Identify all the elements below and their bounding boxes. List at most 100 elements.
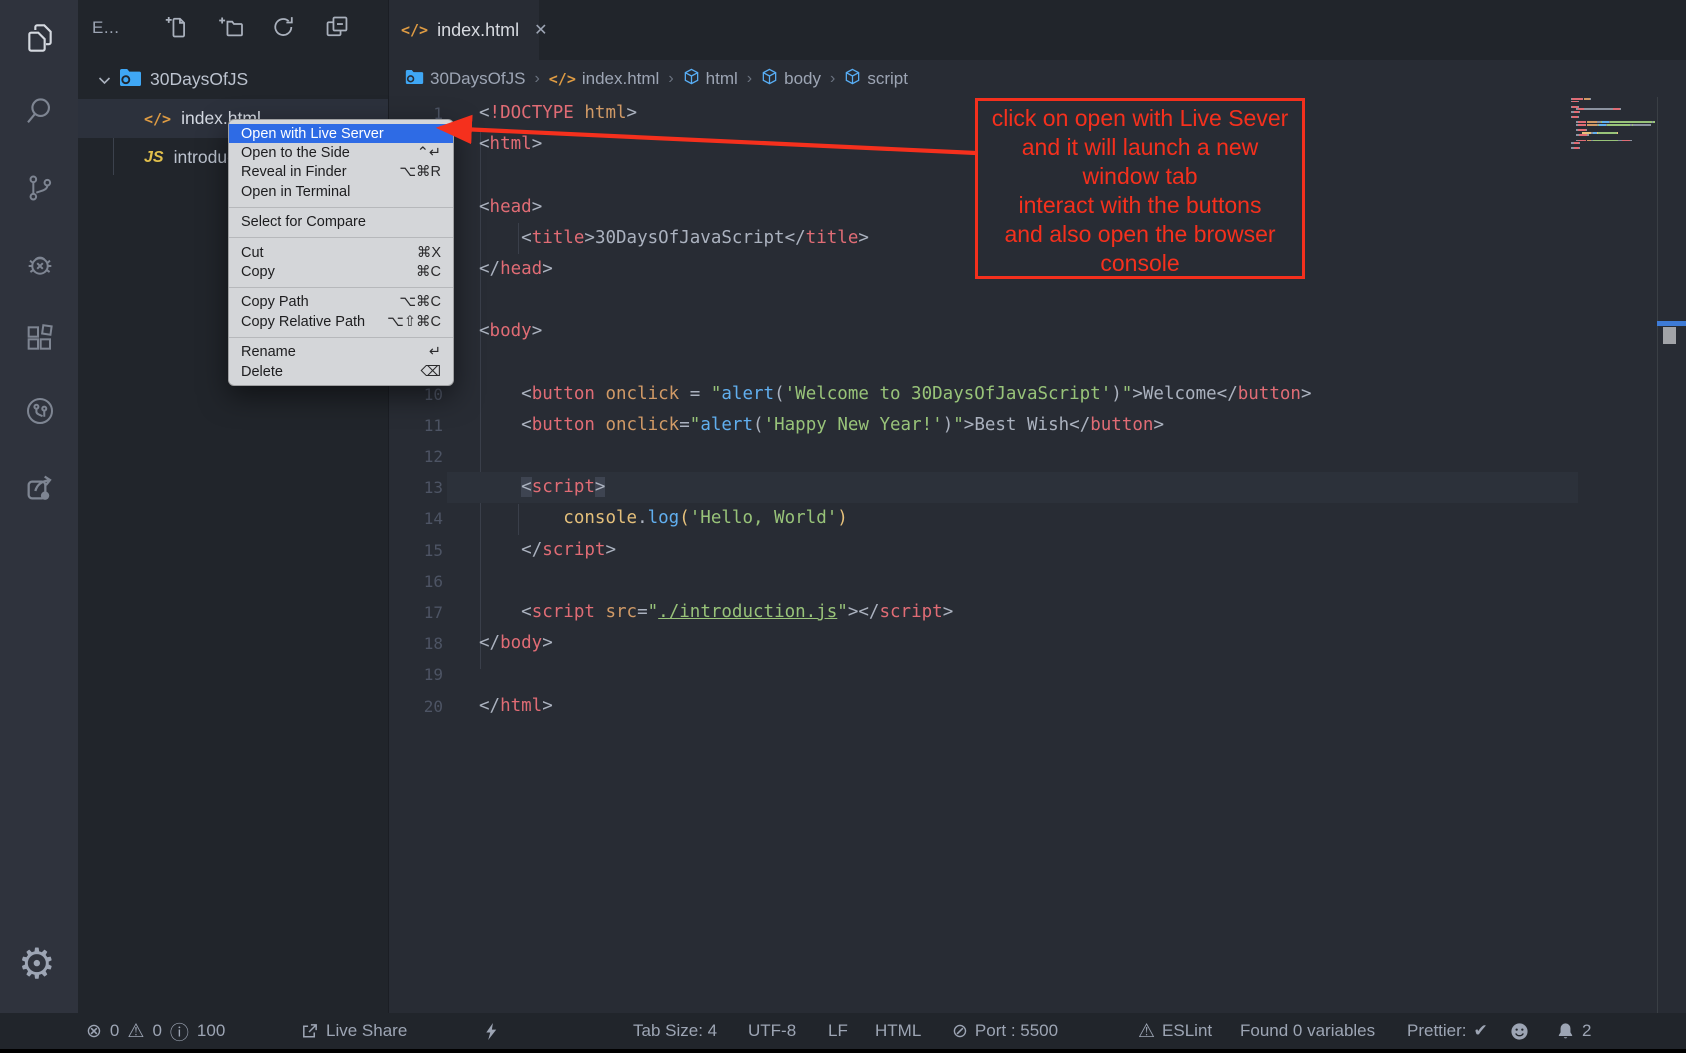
new-folder-icon[interactable] [218,14,244,40]
new-file-icon[interactable] [164,14,190,40]
code-line-13[interactable]: 13 <script> [389,472,1686,503]
feedback-smiley[interactable] [1510,1013,1529,1049]
minimap-line [1571,129,1655,131]
breadcrumb-item[interactable]: body [761,68,821,90]
tree-folder-30daysofjs[interactable]: 30DaysOfJS [78,60,388,99]
annotation-line: console [978,249,1302,278]
publish-icon[interactable] [24,471,56,503]
menu-item-open-to-the-side[interactable]: Open to the Side ⌃↵ [229,143,453,162]
menu-item-shortcut: ⌫ [420,364,441,380]
close-icon[interactable]: ✕ [534,20,547,40]
code-line-11[interactable]: 11 <button onclick="alert('Happy New Yea… [389,410,1686,441]
language-status[interactable]: HTML [875,1013,921,1049]
variables-label: Found 0 variables [1240,1021,1375,1041]
remote-explorer-icon[interactable] [24,395,56,427]
js-file-icon: JS [144,149,164,167]
html-file-icon: </> [549,70,576,88]
settings-gear-icon[interactable]: ⚙ [18,940,56,988]
scrollbar-thumb[interactable] [1663,327,1676,344]
problems-status[interactable]: ⊗ 0 ⚠ 0 ⓘ 100 [86,1013,225,1049]
tab-size-status[interactable]: Tab Size: 4 [633,1013,717,1049]
eslint-status[interactable]: ⚠ ESLint [1138,1013,1212,1049]
eol-status[interactable]: LF [828,1013,848,1049]
menu-item-delete[interactable]: Delete ⌫ [229,362,453,381]
notifications-bell[interactable]: 2 [1556,1013,1591,1049]
vscode-window: ⚙ E... 30DaysOfJS </> index.html JS intr… [0,0,1686,1053]
code-line-12[interactable]: 12 [389,441,1686,472]
lightning-icon [482,1022,501,1041]
menu-item-select-for-compare[interactable]: Select for Compare [229,213,453,232]
code-text: </html> [443,691,553,722]
port-label: Port : 5500 [975,1021,1058,1041]
code-text [443,659,479,690]
search-icon[interactable] [24,95,56,127]
extensions-icon[interactable] [24,322,56,354]
code-line-19[interactable]: 19 [389,659,1686,690]
collapse-all-icon[interactable] [324,14,350,40]
menu-item-copy-path[interactable]: Copy Path⌥⌘C [229,293,453,312]
menu-item-label: Open to the Side [241,145,350,161]
menu-item-label: Delete [241,364,283,380]
minimap[interactable] [1571,98,1655,150]
code-line-17[interactable]: 17 <script src="./introduction.js"></scr… [389,597,1686,628]
menu-item-reveal-in-finder[interactable]: Reveal in Finder⌥⌘R [229,163,453,182]
breadcrumb: 30DaysOfJS › </> index.html › html › bod… [389,60,1686,98]
menu-item-rename[interactable]: Rename↵ [229,343,453,362]
overview-ruler-cursor-marker [1657,321,1686,326]
minimap-line [1571,140,1655,142]
menu-item-copy-relative-path[interactable]: Copy Relative Path⌥⇧⌘C [229,312,453,331]
menu-item-shortcut: ⌃↵ [417,145,441,161]
source-control-icon[interactable] [24,172,56,204]
code-line-16[interactable]: 16 [389,566,1686,597]
minimap-line [1571,145,1655,147]
minimap-line [1571,116,1655,118]
code-line-8[interactable]: 8<body> [389,316,1686,347]
menu-item-open-in-terminal[interactable]: Open in Terminal [229,182,453,201]
cube-icon [844,68,861,90]
code-line-7[interactable]: 7 [389,285,1686,316]
code-text [443,566,479,597]
breadcrumb-item[interactable]: </> index.html [549,69,660,89]
encoding-status[interactable]: UTF-8 [748,1013,796,1049]
code-text: <button onclick="alert('Happy New Year!'… [443,410,1164,441]
html-file-icon: </> [401,21,428,39]
code-line-14[interactable]: 14 console.log('Hello, World') [389,503,1686,534]
menu-item-open-with-live-server[interactable]: Open with Live Server [229,124,453,143]
breadcrumb-item[interactable]: script [844,68,908,90]
menu-item-shortcut: ↵ [429,344,441,360]
refresh-icon[interactable] [271,14,297,40]
breadcrumb-item[interactable]: 30DaysOfJS [405,69,525,90]
menu-item-cut[interactable]: Cut⌘X [229,243,453,262]
code-line-20[interactable]: 20</html> [389,691,1686,722]
menu-item-copy[interactable]: Copy⌘C [229,262,453,281]
scrollbar-border [1657,97,1658,1013]
minimap-line [1571,121,1655,123]
bolt-status[interactable] [482,1013,501,1049]
share-icon [300,1022,319,1041]
explorer-icon[interactable] [24,22,56,54]
tab-size-label: Tab Size: 4 [633,1021,717,1041]
minimap-line [1571,98,1655,100]
code-line-15[interactable]: 15 </script> [389,535,1686,566]
code-text: <title>30DaysOfJavaScript</title> [443,223,869,254]
variables-status[interactable]: Found 0 variables [1240,1013,1375,1049]
code-line-10[interactable]: 10 <button onclick = "alert('Welcome to … [389,379,1686,410]
prettier-status[interactable]: Prettier: ✔ [1407,1013,1488,1049]
code-text: <body> [443,316,542,347]
run-debug-icon[interactable] [24,248,56,280]
bell-icon [1556,1022,1575,1041]
line-number: 13 [389,472,443,503]
chevron-right-icon: › [532,70,541,88]
minimap-line [1571,114,1655,116]
tab-index-html[interactable]: </> index.html ✕ [389,0,539,60]
code-line-9[interactable]: 9 [389,348,1686,379]
breadcrumb-item[interactable]: html [683,68,738,90]
live-server-port-status[interactable]: ⊘ Port : 5500 [952,1013,1058,1049]
menu-item-label: Select for Compare [241,214,366,230]
code-line-18[interactable]: 18</body> [389,628,1686,659]
minimap-line [1571,134,1655,136]
live-share-label: Live Share [326,1021,407,1041]
tree-folder-label: 30DaysOfJS [150,69,248,90]
live-share-status[interactable]: Live Share [300,1013,407,1049]
line-number: 15 [389,535,443,566]
